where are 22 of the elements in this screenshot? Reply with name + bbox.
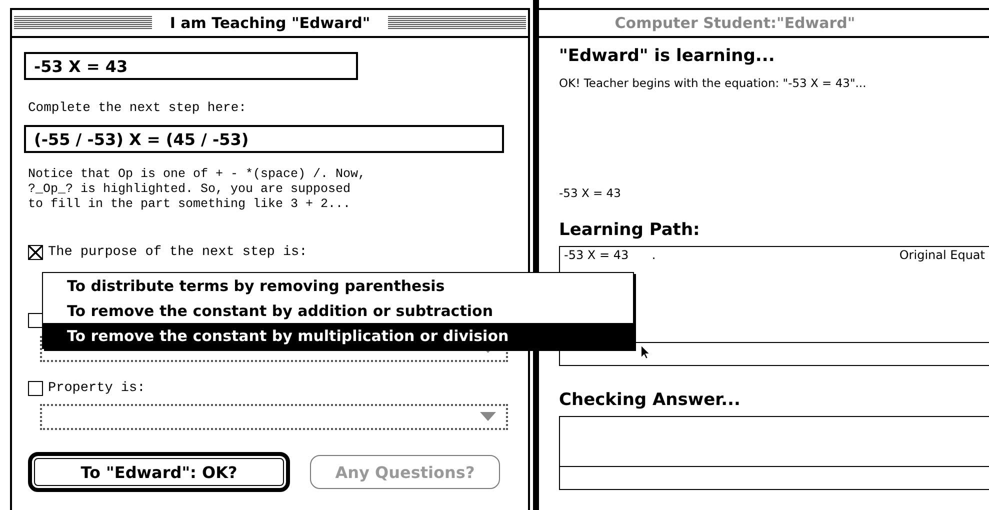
- checking-heading: Checking Answer...: [559, 390, 742, 410]
- equation-field[interactable]: -53 X = 43: [24, 52, 358, 80]
- dialog-button[interactable]: To "Edward": OK?: [28, 452, 290, 492]
- checkbox[interactable]: [28, 380, 43, 396]
- window-title: I am Teaching "Edward": [168, 14, 372, 32]
- step-input-field[interactable]: (-55 / -53) X = (45 / -53): [24, 125, 504, 153]
- path-note: Original Equat: [899, 248, 985, 262]
- path-equation: -53 X = 43: [564, 248, 630, 262]
- checkbox[interactable]: [28, 244, 43, 260]
- learning-path-heading: Learning Path:: [559, 220, 701, 240]
- option-label: Property is:: [48, 380, 146, 396]
- menu-item[interactable]: To remove the constant by multiplication or division: [43, 323, 633, 348]
- hint-text: Notice that Op is one of + - *(space) /. Now, ?_Op_? is highlighted. So, you are supposed to fill in the part something like 3 + 2...: [28, 167, 367, 212]
- checkbox[interactable]: [28, 312, 43, 328]
- window-title: Computer Student:"Edward": [614, 14, 856, 32]
- status-message: OK! Teacher begins with the equation: "-53 X = 43"...: [559, 76, 868, 90]
- current-equation: -53 X = 43: [559, 186, 622, 200]
- dropdown-arrow-icon: [480, 412, 496, 422]
- option-label: The purpose of the next step is:: [48, 244, 308, 260]
- learning-heading: "Edward" is learning...: [559, 46, 776, 66]
- path-marker: .: [652, 248, 657, 262]
- step-label: Complete the next step here:: [28, 100, 248, 115]
